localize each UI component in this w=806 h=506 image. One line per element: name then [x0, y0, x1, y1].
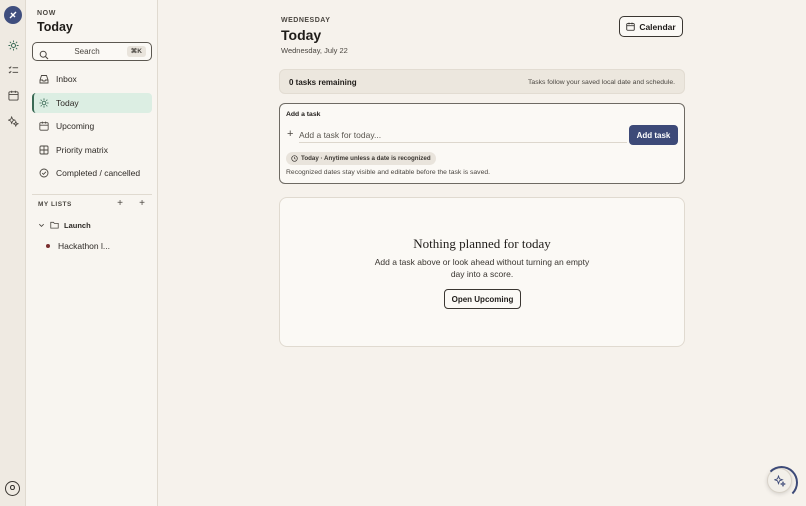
sidebar-eyebrow: NOW: [37, 10, 56, 17]
tasks-summary-bar: 0 tasks remaining Tasks follow your save…: [279, 69, 685, 94]
sun-icon: [38, 97, 50, 109]
add-task-card: Add a task + Add task Today · Anytime un…: [279, 103, 685, 184]
assistant-button[interactable]: [765, 466, 798, 499]
folder-icon: [50, 221, 59, 229]
sidebar-item-label: Upcoming: [56, 121, 95, 131]
date-chip-label: Today · Anytime unless a date is recogni…: [301, 155, 431, 162]
empty-state-description: Add a task above or look ahead without t…: [374, 257, 590, 279]
page-title: Today: [281, 27, 322, 43]
folder-label: Launch: [64, 220, 91, 230]
search-button[interactable]: Search ⌘K: [32, 42, 152, 61]
search-label: Search: [74, 47, 100, 56]
check-circle-icon: [38, 167, 50, 179]
calendar-button[interactable]: Calendar: [619, 16, 683, 37]
today-rail-icon[interactable]: [6, 38, 20, 52]
sidebar-item-label: Inbox: [56, 74, 77, 84]
sparkle-icon: [773, 474, 786, 487]
tasks-summary-note: Tasks follow your saved local date and s…: [528, 79, 675, 86]
calendar-icon: [38, 120, 50, 132]
sidebar-item-today[interactable]: Today: [32, 93, 152, 113]
app-logo-icon[interactable]: [4, 6, 22, 24]
inbox-icon: [38, 73, 50, 85]
icon-rail: O: [0, 0, 26, 506]
my-lists-header: MY LISTS: [38, 201, 72, 208]
add-task-hint: Recognized dates stay visible and editab…: [286, 169, 491, 176]
list-item[interactable]: Hackathon l...: [46, 240, 110, 252]
grid-icon: [38, 144, 50, 156]
add-task-input[interactable]: [299, 127, 627, 143]
page-weekday: WEDNESDAY: [281, 17, 331, 24]
add-folder-button[interactable]: +: [137, 199, 147, 209]
sparkle-rail-icon[interactable]: [6, 114, 20, 128]
sidebar-item-label: Priority matrix: [56, 145, 108, 155]
add-list-button[interactable]: +: [115, 199, 125, 209]
clock-icon: [291, 155, 298, 162]
chevron-down-icon: [38, 222, 45, 229]
sidebar: NOW Today Search ⌘K Inbox Today Upcoming…: [26, 0, 158, 506]
tasks-rail-icon[interactable]: [6, 63, 20, 77]
sidebar-item-inbox[interactable]: Inbox: [32, 69, 152, 89]
list-color-dot: [46, 244, 50, 248]
empty-state-card: Nothing planned for today Add a task abo…: [279, 197, 685, 347]
user-avatar[interactable]: O: [5, 481, 20, 496]
sidebar-item-completed[interactable]: Completed / cancelled: [32, 163, 152, 183]
list-item-label: Hackathon l...: [58, 241, 110, 251]
sidebar-item-label: Today: [56, 98, 79, 108]
calendar-button-label: Calendar: [639, 21, 676, 32]
date-chip[interactable]: Today · Anytime unless a date is recogni…: [286, 152, 436, 165]
sidebar-item-upcoming[interactable]: Upcoming: [32, 116, 152, 136]
sidebar-item-priority-matrix[interactable]: Priority matrix: [32, 140, 152, 160]
empty-state-title: Nothing planned for today: [413, 236, 551, 251]
main-content: WEDNESDAY Today Wednesday, July 22 Calen…: [158, 0, 806, 506]
folder-launch[interactable]: Launch: [38, 219, 91, 231]
page-date: Wednesday, July 22: [281, 46, 348, 55]
add-task-button[interactable]: Add task: [629, 125, 678, 145]
sidebar-item-label: Completed / cancelled: [56, 168, 141, 178]
add-task-label: Add a task: [286, 111, 321, 118]
plus-icon: +: [287, 128, 294, 140]
open-upcoming-button[interactable]: Open Upcoming: [444, 289, 521, 309]
calendar-rail-icon[interactable]: [6, 88, 20, 102]
sidebar-title: Today: [37, 20, 73, 34]
calendar-icon: [626, 22, 635, 31]
sidebar-divider: [32, 194, 152, 195]
search-shortcut: ⌘K: [126, 46, 146, 57]
tasks-remaining-count: 0 tasks remaining: [289, 78, 357, 87]
